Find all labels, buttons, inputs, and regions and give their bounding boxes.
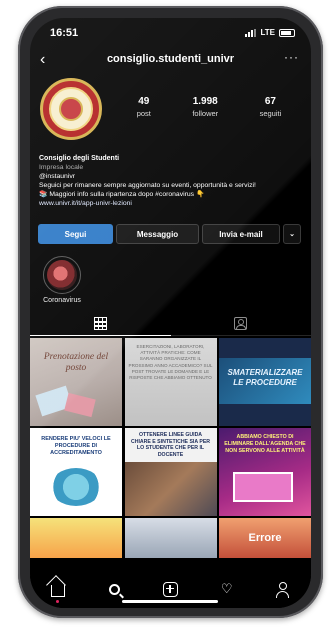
- profile-header: ‹ consiglio.studenti_univr ···: [30, 50, 311, 74]
- post-tile[interactable]: Prenotazione del posto: [30, 338, 122, 426]
- status-time: 16:51: [50, 27, 79, 39]
- post-tile[interactable]: SMATERIALIZZARE LE PROCEDURE: [219, 338, 311, 426]
- profile-category: Impresa locale: [39, 164, 84, 171]
- stat-value: 1.998: [192, 96, 218, 107]
- message-button[interactable]: Messaggio: [116, 224, 199, 244]
- bio-line: Seguici per rimanere sempre aggiornato s…: [39, 182, 256, 189]
- post-tile[interactable]: [30, 518, 122, 558]
- bio-line: 📚 Maggiori info sulla ripartenza dopo #c…: [39, 191, 205, 198]
- profile-username: consiglio.studenti_univr: [106, 53, 235, 65]
- more-options-icon[interactable]: ···: [284, 50, 299, 64]
- nav-search[interactable]: [106, 581, 122, 597]
- home-icon: [51, 585, 66, 597]
- nav-activity[interactable]: ♡: [219, 581, 235, 597]
- post-tile[interactable]: [124, 518, 217, 558]
- email-button[interactable]: Invia e-mail: [202, 224, 280, 244]
- stat-label: post: [136, 109, 151, 118]
- tab-grid[interactable]: [30, 317, 171, 336]
- highlight-label: Coronavirus: [43, 297, 81, 304]
- profile-bio: Consiglio degli Studenti Impresa locale …: [39, 154, 301, 208]
- stat-value: 49: [138, 96, 150, 107]
- story-highlight[interactable]: Coronavirus: [38, 256, 86, 304]
- stat-label: seguiti: [259, 109, 282, 118]
- profile-stats: 49 post 1.998 follower 67 seguiti: [116, 96, 302, 118]
- status-indicators: LTE: [245, 28, 295, 37]
- follow-button[interactable]: Segui: [38, 224, 113, 244]
- tagged-person-icon: [234, 317, 248, 330]
- grid-icon: [93, 317, 107, 330]
- status-bar: 16:51 LTE: [30, 18, 311, 46]
- post-tile[interactable]: Errore: [219, 518, 311, 558]
- stat-label: follower: [192, 109, 219, 118]
- bottom-navigation: ♡: [30, 576, 311, 608]
- content-tabs: [30, 314, 311, 336]
- profile-handle[interactable]: @instaunivr: [39, 172, 301, 181]
- post-caption: SMATERIALIZZARE LE PROCEDURE: [227, 368, 303, 387]
- nav-home[interactable]: [50, 581, 66, 603]
- post-caption: Errore: [248, 532, 282, 544]
- profile-name: Consiglio degli Studenti: [39, 155, 120, 162]
- add-post-icon: [162, 581, 178, 597]
- tab-tagged[interactable]: [171, 317, 312, 336]
- stat-following[interactable]: 67 seguiti: [260, 96, 282, 118]
- battery-icon: [279, 28, 295, 37]
- post-caption: ABBIAMO CHIESTO DI ELIMINARE DALL'AGENDA…: [224, 434, 306, 454]
- post-caption: OTTENERE LINEE GUIDA CHIARE E SINTETICHE…: [130, 432, 211, 458]
- network-type: LTE: [260, 28, 275, 37]
- profile-actions: Segui Messaggio Invia e-mail ⌄: [38, 224, 303, 244]
- signal-icon: [245, 28, 257, 37]
- app-screen: 16:51 LTE ‹ consiglio.studenti_univr ···…: [30, 18, 311, 608]
- stat-followers[interactable]: 1.998 follower: [192, 96, 218, 118]
- notification-dot: [56, 600, 60, 603]
- home-indicator[interactable]: [122, 600, 218, 603]
- profile-icon: [275, 581, 290, 598]
- highlight-cover: [43, 256, 81, 294]
- post-tile[interactable]: ESERCITAZIONI, LABORATORI, ATTIVITÀ PRAT…: [124, 338, 217, 426]
- nav-new-post[interactable]: [162, 581, 178, 597]
- post-tile[interactable]: OTTENERE LINEE GUIDA CHIARE E SINTETICHE…: [124, 428, 217, 516]
- stat-posts[interactable]: 49 post: [137, 96, 151, 118]
- avatar[interactable]: [40, 78, 102, 140]
- posts-grid: Prenotazione del posto ESERCITAZIONI, LA…: [30, 338, 311, 558]
- search-icon: [108, 583, 120, 595]
- post-tile[interactable]: ABBIAMO CHIESTO DI ELIMINARE DALL'AGENDA…: [219, 428, 311, 516]
- nav-profile[interactable]: [275, 581, 291, 598]
- post-caption: Prenotazione del posto: [43, 352, 109, 373]
- stat-value: 67: [264, 96, 276, 107]
- post-caption: ESERCITAZIONI, LABORATORI, ATTIVITÀ PRAT…: [128, 344, 213, 381]
- chevron-down-icon[interactable]: ⌄: [283, 224, 301, 244]
- heart-icon: ♡: [220, 581, 233, 596]
- post-caption: RENDERE PIU' VELOCI LE PROCEDURE DI ACCR…: [41, 436, 111, 456]
- profile-link[interactable]: www.univr.it/it/app-univr-lezioni: [39, 199, 301, 208]
- profile-summary: 49 post 1.998 follower 67 seguiti: [30, 78, 311, 148]
- post-tile[interactable]: RENDERE PIU' VELOCI LE PROCEDURE DI ACCR…: [30, 428, 122, 516]
